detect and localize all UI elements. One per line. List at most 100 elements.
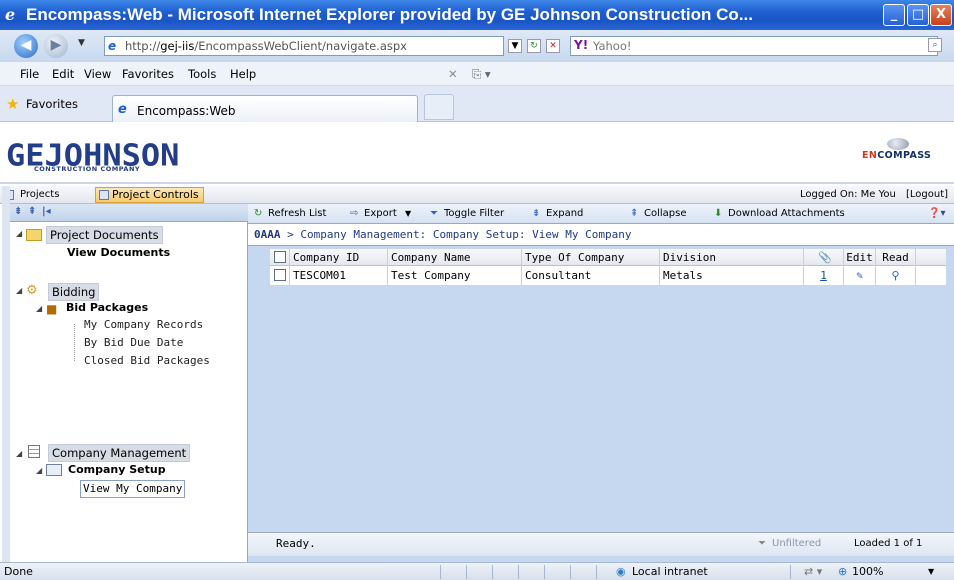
- bid-packages-icon: ■: [46, 302, 58, 316]
- col-read[interactable]: Read: [876, 249, 916, 266]
- tree-project-documents[interactable]: Project Documents: [46, 226, 163, 244]
- tree-my-company-records[interactable]: My Company Records: [84, 317, 203, 333]
- logged-on-text: Logged On: Me You: [800, 189, 896, 200]
- breadcrumb-project[interactable]: 0AAA: [254, 228, 281, 241]
- encompass-logo-icon: [887, 138, 909, 150]
- close-button[interactable]: X: [930, 4, 952, 26]
- protected-mode-icon[interactable]: ⇄ ▾: [804, 563, 822, 580]
- ready-status: Ready.: [276, 537, 316, 550]
- toggle-filter-icon: ⏷: [430, 208, 438, 219]
- col-company-id[interactable]: Company ID: [290, 249, 388, 266]
- address-input[interactable]: http://gej-iis/EncompassWebClient/naviga…: [104, 36, 504, 56]
- tree-closed-bid-packages[interactable]: Closed Bid Packages: [84, 353, 210, 369]
- tree-by-bid-due-date[interactable]: By Bid Due Date: [84, 335, 183, 351]
- tab-projects[interactable]: Projects: [4, 187, 63, 203]
- loaded-count: Loaded 1 of 1: [854, 538, 923, 549]
- browser-status-bar: Done ◉ Local intranet ⇄ ▾ ⊕ 100% ▼: [0, 562, 954, 580]
- back-arrow-icon[interactable]: ◀: [14, 34, 38, 58]
- col-type-of-company[interactable]: Type Of Company: [522, 249, 660, 266]
- panel-collapse-icon[interactable]: |◂: [42, 206, 51, 217]
- refresh-list-button[interactable]: Refresh List: [268, 204, 326, 224]
- navigation-panel-header: ⇟ ⇞ |◂: [10, 204, 248, 222]
- cell-division: Metals: [660, 266, 804, 285]
- zoom-icon[interactable]: ⊕: [838, 563, 847, 580]
- translate-icon[interactable]: ⎘ ▾: [472, 62, 491, 86]
- help-icon[interactable]: ❓▾: [928, 204, 945, 224]
- yahoo-logo-icon: Y!: [574, 38, 589, 52]
- expand-all-icon[interactable]: ⇟: [14, 206, 22, 217]
- search-icon[interactable]: ⌕: [928, 38, 942, 52]
- breadcrumb-path: Company Management: Company Setup: View …: [300, 228, 632, 241]
- zoom-dropdown-icon[interactable]: ▼: [928, 563, 934, 580]
- tab-project-controls[interactable]: Project Controls: [95, 187, 204, 203]
- favorites-button[interactable]: Favorites: [6, 94, 78, 114]
- history-dropdown-icon[interactable]: ▼: [78, 38, 85, 48]
- toggle-filter-button[interactable]: Toggle Filter: [444, 204, 504, 224]
- page-icon: e: [108, 39, 117, 53]
- menu-help[interactable]: Help: [230, 62, 256, 86]
- tree-bid-packages[interactable]: Bid Packages: [66, 300, 148, 316]
- download-attachments-button[interactable]: Download Attachments: [728, 204, 845, 224]
- minimize-button[interactable]: _: [883, 4, 905, 26]
- col-attachments[interactable]: 📎: [804, 249, 844, 266]
- tree-toggle-icon[interactable]: ◢: [16, 229, 22, 238]
- expand-icon: ⇟: [532, 208, 541, 219]
- export-button[interactable]: Export: [364, 204, 397, 224]
- maximize-button[interactable]: □: [907, 4, 929, 26]
- grid-status-bar: Ready. ⏷ Unfiltered Loaded 1 of 1: [248, 532, 954, 556]
- row-checkbox[interactable]: [274, 269, 286, 281]
- export-icon: ⇨: [350, 208, 359, 219]
- close-bar-icon[interactable]: ✕: [448, 62, 458, 86]
- row-checkbox-cell: [270, 266, 290, 285]
- forward-arrow-icon[interactable]: ▶: [44, 34, 68, 58]
- refresh-icon[interactable]: ↻: [527, 39, 541, 53]
- zoom-level[interactable]: 100%: [852, 563, 883, 580]
- stop-icon[interactable]: ✕: [546, 39, 560, 53]
- collapse-button[interactable]: Collapse: [644, 204, 687, 224]
- filter-icon: ⏷: [758, 538, 766, 549]
- select-all-checkbox[interactable]: [274, 251, 286, 263]
- encompass-logo: ENCOMPASS: [862, 150, 932, 161]
- menu-tools[interactable]: Tools: [188, 62, 216, 86]
- menu-file[interactable]: File: [20, 62, 39, 86]
- menu-view[interactable]: View: [84, 62, 111, 86]
- attachments-link[interactable]: 1: [804, 266, 844, 285]
- read-binoculars-icon[interactable]: ⚲: [876, 266, 916, 285]
- zone-label: Local intranet: [632, 565, 708, 578]
- tree-toggle-icon[interactable]: ◢: [16, 449, 22, 458]
- menu-favorites[interactable]: Favorites: [122, 62, 174, 86]
- cell-company-name: Test Company: [388, 266, 522, 285]
- tree-company-management[interactable]: Company Management: [48, 444, 191, 462]
- unfiltered-status: Unfiltered: [772, 538, 822, 549]
- breadcrumb: 0AAA > Company Management: Company Setup…: [248, 224, 954, 246]
- tree-view-documents[interactable]: View Documents: [67, 245, 170, 261]
- window-title-bar[interactable]: Encompass:Web - Microsoft Internet Explo…: [0, 0, 954, 30]
- address-dropdown-icon[interactable]: ▼: [508, 39, 522, 53]
- folder-icon: [26, 229, 42, 241]
- menu-edit[interactable]: Edit: [52, 62, 74, 86]
- tree-view-my-company[interactable]: View My Company: [80, 480, 186, 498]
- logout-link[interactable]: [Logout]: [906, 187, 948, 203]
- breadcrumb-separator: >: [287, 228, 294, 241]
- col-edit[interactable]: Edit: [844, 249, 876, 266]
- tree-toggle-icon[interactable]: ◢: [36, 466, 42, 475]
- cell-type-of-company: Consultant: [522, 266, 660, 285]
- paperclip-icon: 📎: [818, 251, 832, 264]
- search-input[interactable]: Yahoo!: [570, 36, 938, 56]
- tree-toggle-icon[interactable]: ◢: [16, 286, 22, 295]
- collapse-all-icon[interactable]: ⇞: [28, 206, 36, 217]
- expand-button[interactable]: Expand: [546, 204, 583, 224]
- col-division[interactable]: Division: [660, 249, 804, 266]
- export-dropdown-icon[interactable]: ▼: [405, 204, 411, 224]
- tree-toggle-icon[interactable]: ◢: [36, 304, 42, 313]
- edit-pencil-icon[interactable]: ✎: [844, 266, 876, 285]
- refresh-list-icon: ↻: [254, 208, 263, 219]
- tree-company-setup[interactable]: Company Setup: [68, 462, 166, 478]
- gejohnson-logo-subtitle: CONSTRUCTION COMPANY: [34, 165, 141, 173]
- company-management-icon: [28, 445, 40, 458]
- grid-toolbar: ↻ Refresh List ⇨ Export ▼ ⏷ Toggle Filte…: [248, 204, 954, 224]
- table-row[interactable]: TESCOM01 Test Company Consultant Metals …: [270, 266, 946, 285]
- col-company-name[interactable]: Company Name: [388, 249, 522, 266]
- tree-bidding[interactable]: Bidding: [48, 283, 100, 301]
- new-tab-button[interactable]: [424, 94, 454, 120]
